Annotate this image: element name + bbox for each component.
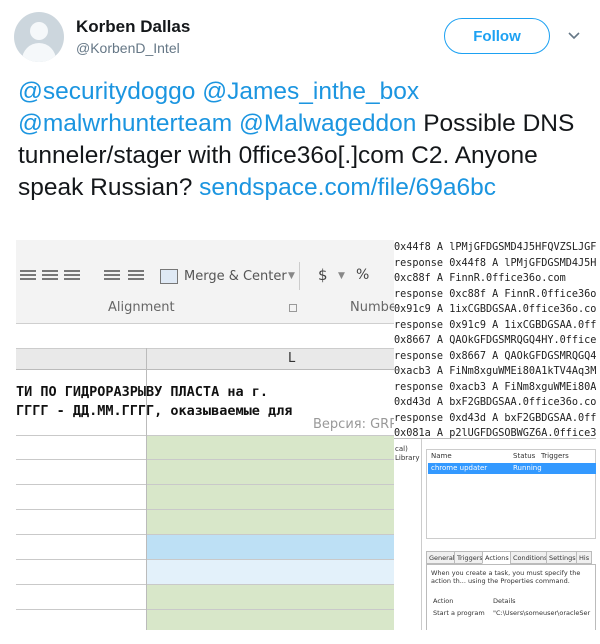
version-label: Версия: GRP — [313, 417, 398, 432]
actions-description: When you create a task, you must specify… — [431, 569, 581, 585]
task-name: chrome updater — [431, 464, 488, 472]
log-line: response 0x44f8 A lPMjGFDGSMD4J5HFQVZ — [394, 257, 596, 269]
task-list-header: Name Status Triggers — [427, 450, 596, 462]
tab-actions: Actions — [482, 551, 512, 564]
decrease-indent-icon — [104, 270, 120, 282]
mention-link[interactable]: @Malwageddon — [239, 110, 416, 137]
excel-screenshot: Merge & Center ▼ $ ▼ % Alignment Numbe L… — [16, 240, 398, 630]
tab-general: General — [426, 551, 458, 564]
merge-dropdown-icon: ▼ — [288, 271, 295, 281]
log-line: 0xacb3 A FiNm8xguWMEi80A1kTV4Aq3Ma — [394, 366, 596, 377]
green-cell-range — [147, 435, 394, 630]
follow-button[interactable]: Follow — [444, 18, 550, 54]
highlight-cell-range — [147, 559, 394, 584]
log-line: 0x91c9 A 1ixCGBDGSAA.0ffice36o.com — [394, 304, 596, 315]
avatar-body-shape — [22, 43, 56, 62]
action-column-header: Action — [433, 597, 454, 605]
mention-link[interactable]: @James_inthe_box — [202, 78, 419, 105]
log-line: 0xc88f A FinnR.0ffice36o.com — [394, 273, 566, 284]
column-header-l: L — [288, 351, 296, 366]
currency-icon: $ — [318, 266, 328, 284]
grid-line — [16, 484, 394, 485]
number-group-label: Numbe — [350, 300, 397, 315]
col-name-header: Name — [431, 452, 452, 460]
align-right-icon — [64, 270, 80, 282]
tweet-text: @securitydoggo @James_inthe_box @malwrhu… — [18, 76, 588, 204]
column-header-row — [16, 348, 394, 370]
mention-link[interactable]: @securitydoggo — [18, 78, 195, 105]
russian-text-line: ТИ ПО ГИДРОРАЗРЫВУ ПЛАСТА на г. — [16, 384, 268, 400]
tab-history: His — [576, 551, 593, 564]
grid-line — [16, 584, 394, 585]
tree-label: cal) — [395, 445, 408, 453]
task-status: Running — [513, 464, 542, 472]
user-handle[interactable]: @KorbenD_Intel — [76, 40, 180, 56]
russian-text-line: ГГГГ - ДД.ММ.ГГГГ, оказываемые для — [16, 403, 293, 419]
library-label: Library — [395, 454, 420, 462]
tweet-media-image[interactable]: Merge & Center ▼ $ ▼ % Alignment Numbe L… — [16, 240, 596, 630]
log-line: response 0xc88f A FinnR.0ffice36o.com — [394, 288, 596, 300]
align-left-icon — [20, 270, 36, 282]
increase-indent-icon — [128, 270, 144, 282]
grid-line — [16, 459, 394, 460]
mention-link[interactable]: @malwrhunterteam — [18, 110, 232, 137]
task-actions-pane: When you create a task, you must specify… — [426, 564, 596, 630]
log-line: 0x081a A p2lUGFDGSOBWGZ6A.0ffice36o — [394, 428, 596, 438]
log-line: response 0xacb3 A FiNm8xguWMEi80A1kT — [394, 381, 596, 393]
tab-settings: Settings — [546, 551, 579, 564]
excel-ribbon: Merge & Center ▼ $ ▼ % Alignment Numbe — [16, 240, 397, 324]
grid-line — [16, 435, 394, 436]
merge-center-icon — [160, 269, 178, 284]
task-list: Name Status Triggers chrome updater Runn… — [426, 449, 596, 539]
ribbon-divider — [299, 262, 300, 290]
selected-cell-range — [147, 534, 394, 559]
tab-conditions: Conditions — [510, 551, 551, 564]
log-line: response 0x8667 A QAOkGFDGSMRQGQ4HY.0 — [394, 350, 596, 362]
log-line: 0xd43d A bxF2GBDGSAA.0ffice36o.com — [394, 397, 596, 408]
align-center-icon — [42, 270, 58, 282]
percent-icon: % — [356, 267, 370, 283]
display-name[interactable]: Korben Dallas — [76, 17, 190, 37]
col-triggers-header: Triggers — [541, 452, 569, 460]
chevron-down-icon[interactable] — [566, 27, 582, 43]
col-status-header: Status — [513, 452, 536, 460]
library-tree: cal) Library — [394, 439, 422, 630]
currency-dropdown-icon: ▼ — [338, 271, 345, 281]
merge-center-label: Merge & Center — [184, 269, 287, 284]
details-value: "C:\Users\someuser\oracleSer — [493, 609, 591, 617]
tweet-url-link[interactable]: sendspace.com/file/69a6bc — [199, 174, 496, 201]
log-line: 0x8667 A QAOkGFDGSMRQGQ4HY.0ffice36o — [394, 335, 596, 346]
grid-line — [16, 509, 394, 510]
task-scheduler-screenshot: cal) Library Name Status Triggers chrome… — [394, 438, 596, 630]
grid-line — [16, 559, 394, 560]
grid-line — [16, 609, 394, 610]
task-tabs: General Triggers Actions Conditions Sett… — [426, 551, 596, 564]
action-value: Start a program — [433, 609, 485, 617]
dns-log-terminal: 0x44f8 A lPMjGFDGSMD4J5HFQVZSLJGFMzh res… — [394, 240, 596, 438]
log-line: 0x44f8 A lPMjGFDGSMD4J5HFQVZSLJGFMzh — [394, 242, 596, 253]
dialog-launcher-icon — [289, 304, 297, 312]
task-row: chrome updater Running — [428, 463, 596, 474]
log-line: response 0xd43d A bxF2GBDGSAA.0ffice3 — [394, 412, 596, 424]
grid-line — [16, 534, 394, 535]
details-column-header: Details — [493, 597, 516, 605]
avatar[interactable] — [14, 12, 64, 62]
log-line: response 0x91c9 A 1ixCGBDGSAA.0ffice36o — [394, 319, 596, 331]
alignment-group-label: Alignment — [108, 300, 175, 315]
avatar-head-shape — [30, 22, 48, 40]
